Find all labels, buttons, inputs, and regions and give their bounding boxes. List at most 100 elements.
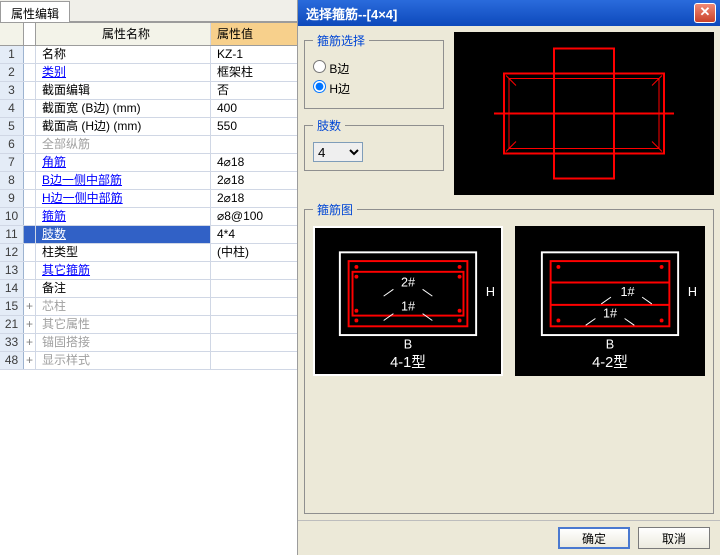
row-number: 12 bbox=[0, 244, 24, 261]
prop-name: 截面编辑 bbox=[36, 82, 211, 99]
cancel-button[interactable]: 取消 bbox=[638, 527, 710, 549]
prop-value[interactable]: (中柱) bbox=[211, 244, 297, 261]
svg-text:1#: 1# bbox=[401, 300, 415, 314]
radio-b-side[interactable]: B边 bbox=[313, 60, 435, 77]
expand-icon[interactable]: + bbox=[24, 352, 36, 369]
property-row[interactable]: 10箍筋⌀8@100 bbox=[0, 208, 297, 226]
row-number: 1 bbox=[0, 46, 24, 63]
svg-text:4-2型: 4-2型 bbox=[592, 354, 628, 371]
prop-name: 其它属性 bbox=[36, 316, 211, 333]
dialog-titlebar: 选择箍筋--[4×4] ✕ bbox=[298, 0, 720, 26]
prop-value[interactable]: 4⌀18 bbox=[211, 154, 297, 171]
prop-name: 芯柱 bbox=[36, 298, 211, 315]
limb-select[interactable]: 4 bbox=[313, 142, 363, 162]
prop-value[interactable] bbox=[211, 262, 297, 279]
property-row[interactable]: 8B边一侧中部筋2⌀18 bbox=[0, 172, 297, 190]
prop-name: 其它箍筋 bbox=[36, 262, 211, 279]
prop-value[interactable]: 框架柱 bbox=[211, 64, 297, 81]
property-row[interactable]: 2类别框架柱 bbox=[0, 64, 297, 82]
property-grid: 属性名称 属性值 1 名称KZ-12类别框架柱3 截面编辑否4截面宽 (B边) (m… bbox=[0, 22, 297, 555]
prop-name: 截面高 (H边) (mm) bbox=[36, 118, 211, 135]
prop-value[interactable]: 400 bbox=[211, 100, 297, 117]
prop-name: 名称 bbox=[36, 46, 211, 63]
expand-icon bbox=[24, 226, 36, 243]
svg-text:1#: 1# bbox=[603, 307, 617, 321]
property-row[interactable]: 7角筋4⌀18 bbox=[0, 154, 297, 172]
svg-text:2#: 2# bbox=[401, 275, 415, 289]
close-icon[interactable]: ✕ bbox=[694, 3, 716, 23]
thumb-4-2型[interactable]: 1#1#HB4-2型 bbox=[515, 226, 705, 376]
radio-h-input[interactable] bbox=[313, 80, 326, 93]
expand-icon bbox=[24, 244, 36, 261]
expand-icon bbox=[24, 208, 36, 225]
radio-h-side[interactable]: H边 bbox=[313, 80, 435, 97]
prop-value[interactable]: 4*4 bbox=[211, 226, 297, 243]
expand-icon bbox=[24, 46, 36, 63]
fieldset-thumbs: 箍筋图 2#1#HB4-1型1#1#HB4-2型 bbox=[304, 201, 714, 514]
expand-icon[interactable]: + bbox=[24, 334, 36, 351]
property-row[interactable]: 11肢数4*4 bbox=[0, 226, 297, 244]
row-number: 33 bbox=[0, 334, 24, 351]
svg-text:H: H bbox=[486, 285, 495, 299]
property-row[interactable]: 12 柱类型(中柱) bbox=[0, 244, 297, 262]
col-header-name: 属性名称 bbox=[36, 23, 211, 45]
prop-value[interactable] bbox=[211, 352, 297, 369]
row-number: 15 bbox=[0, 298, 24, 315]
dialog-buttons: 确定 取消 bbox=[298, 520, 720, 555]
property-row[interactable]: 9H边一侧中部筋2⌀18 bbox=[0, 190, 297, 208]
prop-value[interactable]: 550 bbox=[211, 118, 297, 135]
property-row[interactable]: 21+其它属性 bbox=[0, 316, 297, 334]
prop-name: 截面宽 (B边) (mm) bbox=[36, 100, 211, 117]
property-row[interactable]: 13 其它箍筋 bbox=[0, 262, 297, 280]
property-row[interactable]: 14备注 bbox=[0, 280, 297, 298]
thumb-4-1型[interactable]: 2# 1# H B 4-1型 bbox=[313, 226, 503, 376]
prop-value[interactable] bbox=[211, 316, 297, 333]
col-header-value: 属性值 bbox=[211, 23, 297, 45]
prop-name: 备注 bbox=[36, 280, 211, 297]
prop-value[interactable] bbox=[211, 298, 297, 315]
property-panel: 属性编辑 属性名称 属性值 1 名称KZ-12类别框架柱3 截面编辑否4截面宽 (B… bbox=[0, 0, 298, 555]
prop-value[interactable]: 否 bbox=[211, 82, 297, 99]
property-row[interactable]: 5 截面高 (H边) (mm)550 bbox=[0, 118, 297, 136]
prop-value[interactable] bbox=[211, 334, 297, 351]
property-row[interactable]: 1 名称KZ-1 bbox=[0, 46, 297, 64]
ok-button[interactable]: 确定 bbox=[558, 527, 630, 549]
property-row[interactable]: 6全部纵筋 bbox=[0, 136, 297, 154]
property-row[interactable]: 15+芯柱 bbox=[0, 298, 297, 316]
row-number: 5 bbox=[0, 118, 24, 135]
expand-icon bbox=[24, 64, 36, 81]
property-row[interactable]: 3 截面编辑否 bbox=[0, 82, 297, 100]
row-number: 21 bbox=[0, 316, 24, 333]
prop-value[interactable] bbox=[211, 136, 297, 153]
prop-value[interactable]: 2⌀18 bbox=[211, 190, 297, 207]
row-number: 13 bbox=[0, 262, 24, 279]
row-number: 48 bbox=[0, 352, 24, 369]
expand-icon[interactable]: + bbox=[24, 298, 36, 315]
expand-icon bbox=[24, 118, 36, 135]
fieldset-limb-count: 肢数 4 bbox=[304, 117, 444, 171]
legend-limb: 肢数 bbox=[313, 117, 345, 134]
prop-value[interactable]: KZ-1 bbox=[211, 46, 297, 63]
prop-name: 箍筋 bbox=[36, 208, 211, 225]
dialog-title: 选择箍筋--[4×4] bbox=[306, 4, 694, 23]
prop-name: 柱类型 bbox=[36, 244, 211, 261]
svg-text:B: B bbox=[606, 338, 614, 352]
property-row[interactable]: 48+显示样式 bbox=[0, 352, 297, 370]
property-row[interactable]: 33+锚固搭接 bbox=[0, 334, 297, 352]
prop-name: 锚固搭接 bbox=[36, 334, 211, 351]
prop-value[interactable]: 2⌀18 bbox=[211, 172, 297, 189]
prop-value[interactable]: ⌀8@100 bbox=[211, 208, 297, 225]
dialog-select-stirrup: 选择箍筋--[4×4] ✕ 箍筋选择 B边 H边 bbox=[298, 0, 720, 555]
prop-name: H边一侧中部筋 bbox=[36, 190, 211, 207]
expand-icon[interactable]: + bbox=[24, 316, 36, 333]
property-row[interactable]: 4截面宽 (B边) (mm)400 bbox=[0, 100, 297, 118]
svg-text:B: B bbox=[404, 338, 412, 352]
expand-icon bbox=[24, 82, 36, 99]
tab-property-edit[interactable]: 属性编辑 bbox=[0, 1, 70, 22]
prop-value[interactable] bbox=[211, 280, 297, 297]
row-number: 11 bbox=[0, 226, 24, 243]
row-number: 3 bbox=[0, 82, 24, 99]
svg-text:H: H bbox=[688, 285, 697, 299]
svg-text:4-1型: 4-1型 bbox=[390, 354, 426, 371]
radio-b-input[interactable] bbox=[313, 60, 326, 73]
